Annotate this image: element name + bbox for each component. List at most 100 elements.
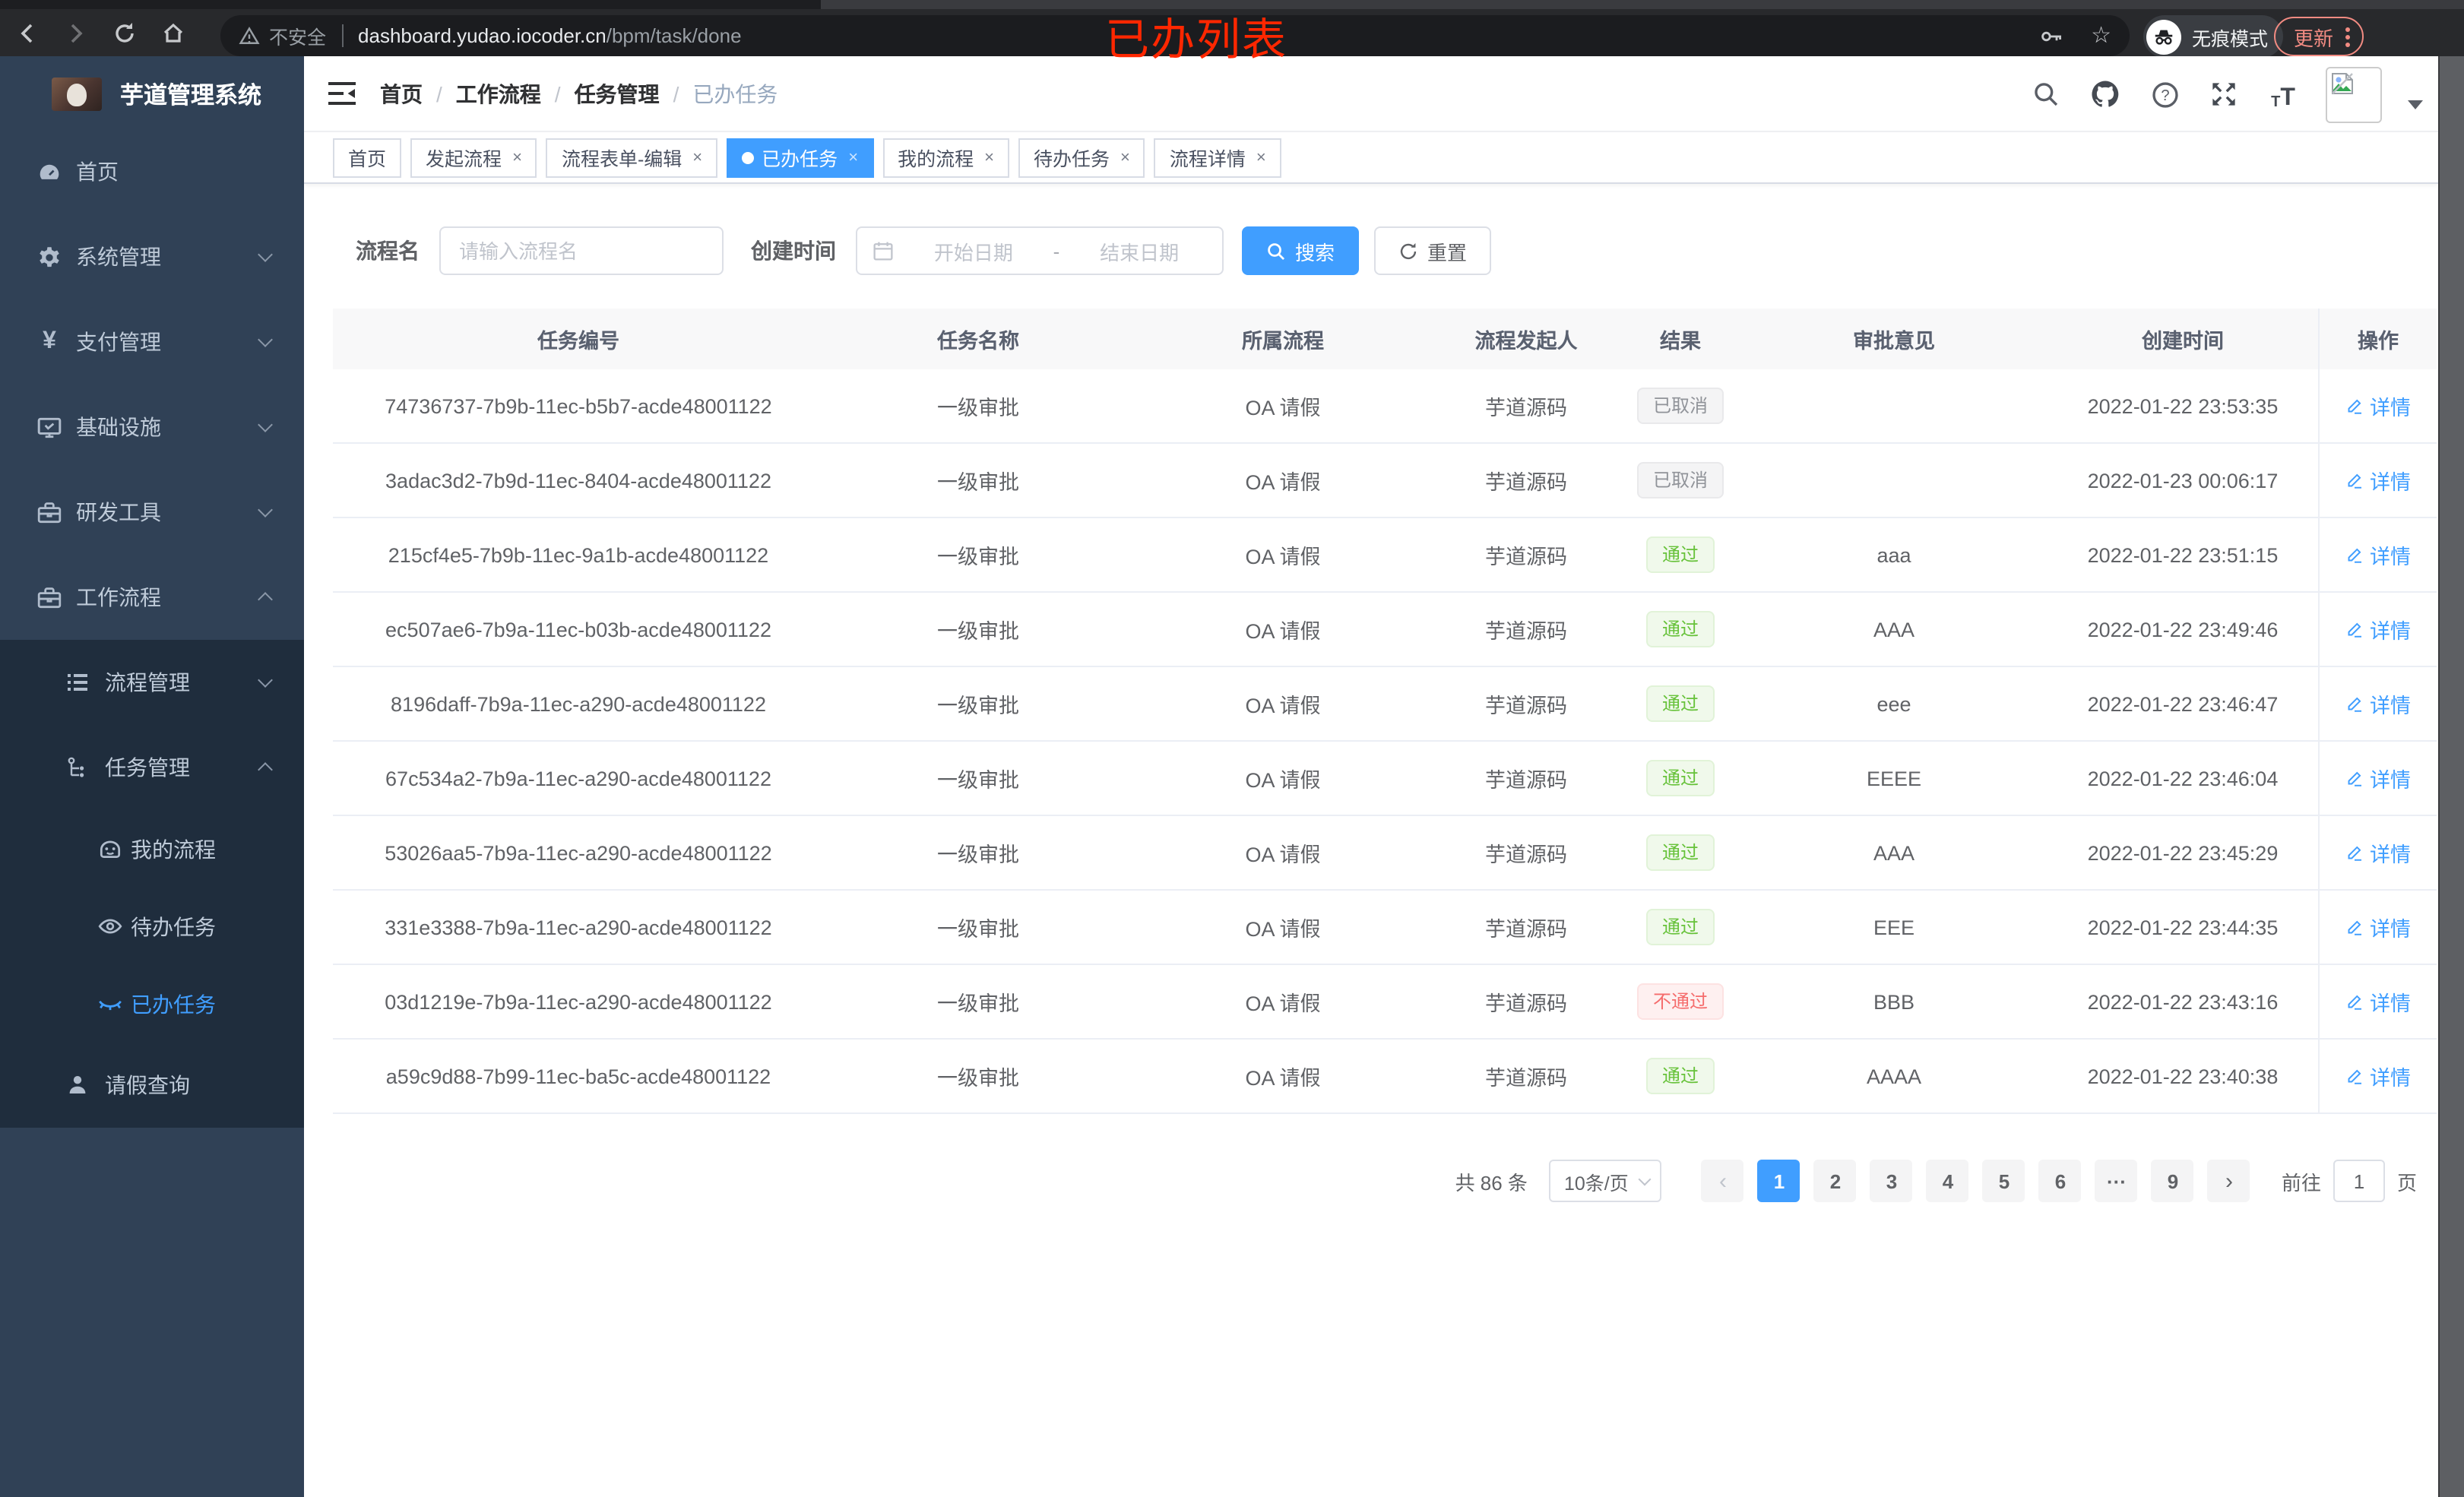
cell-actions: 详情 bbox=[2320, 465, 2437, 495]
sidebar-item-todo-task[interactable]: 待办任务 bbox=[0, 888, 304, 965]
toolbox-icon bbox=[36, 499, 62, 525]
page-number-button[interactable]: ··· bbox=[2095, 1160, 2138, 1202]
view-tab[interactable]: 流程详情 × bbox=[1154, 138, 1281, 177]
sidebar-collapse-icon[interactable] bbox=[328, 81, 356, 106]
view-tab[interactable]: 我的流程 × bbox=[882, 138, 1009, 177]
font-size-icon[interactable]: TT bbox=[2266, 78, 2300, 111]
view-tab[interactable]: 流程表单-编辑 × bbox=[546, 138, 718, 177]
cell-result: 通过 bbox=[1619, 536, 1742, 573]
next-page-button[interactable]: › bbox=[2207, 1160, 2250, 1202]
github-icon[interactable] bbox=[2089, 78, 2122, 111]
search-icon[interactable] bbox=[2029, 78, 2063, 111]
table-body: 74736737-7b9b-11ec-b5b7-acde48001122 一级审… bbox=[333, 369, 2437, 1114]
page-number-button[interactable]: 4 bbox=[1926, 1160, 1969, 1202]
fullscreen-icon[interactable] bbox=[2207, 78, 2241, 111]
view-tab-label: 我的流程 bbox=[898, 149, 974, 170]
sidebar-item-task-mgmt[interactable]: 任务管理 bbox=[0, 725, 304, 810]
sidebar-item-infra[interactable]: 基础设施 bbox=[0, 385, 304, 470]
sidebar-item-leave-query[interactable]: 请假查询 bbox=[0, 1043, 304, 1128]
cell-create-time: 2022-01-22 23:46:04 bbox=[2087, 767, 2279, 790]
breadcrumb-workflow[interactable]: 工作流程 bbox=[456, 78, 541, 109]
reset-button[interactable]: 重置 bbox=[1374, 226, 1492, 275]
home-icon[interactable] bbox=[152, 13, 195, 52]
browser-active-tab[interactable] bbox=[0, 0, 821, 9]
sidebar-item-label: 基础设施 bbox=[76, 415, 161, 439]
detail-link[interactable]: 详情 bbox=[2345, 1061, 2411, 1091]
close-tab-icon[interactable]: × bbox=[848, 148, 858, 166]
page-number-button[interactable]: 3 bbox=[1870, 1160, 1913, 1202]
view-tab[interactable]: 发起流程 × bbox=[410, 138, 537, 177]
page-number-button[interactable]: 1 bbox=[1757, 1160, 1800, 1202]
detail-link[interactable]: 详情 bbox=[2345, 912, 2411, 942]
page-number-button[interactable]: 5 bbox=[1982, 1160, 2025, 1202]
url-host[interactable]: dashboard.yudao.iocoder.cn bbox=[358, 24, 606, 47]
top-navbar: 首页 / 工作流程 / 任务管理 / 已办任务 ? TT bbox=[304, 56, 2438, 132]
date-range-picker[interactable]: 开始日期 - 结束日期 bbox=[856, 226, 1224, 275]
page-number-button[interactable]: 9 bbox=[2151, 1160, 2194, 1202]
detail-link[interactable]: 详情 bbox=[2345, 391, 2411, 421]
bookmark-star-icon[interactable]: ☆ bbox=[2091, 24, 2111, 47]
search-button[interactable]: 搜索 bbox=[1242, 226, 1360, 275]
close-tab-icon[interactable]: × bbox=[692, 148, 702, 166]
detail-link[interactable]: 详情 bbox=[2345, 837, 2411, 868]
reset-button-label: 重置 bbox=[1427, 241, 1468, 264]
close-tab-icon[interactable]: × bbox=[512, 148, 522, 166]
app-logo-row[interactable]: 芋道管理系统 bbox=[0, 56, 304, 129]
browser-menu-icon[interactable] bbox=[2345, 27, 2351, 46]
breadcrumb-home[interactable]: 首页 bbox=[380, 78, 423, 109]
sidebar-item-my-process[interactable]: 我的流程 bbox=[0, 810, 304, 888]
close-tab-icon[interactable]: × bbox=[1120, 148, 1130, 166]
sidebar-item-home[interactable]: 首页 bbox=[0, 129, 304, 214]
breadcrumb-task-mgmt[interactable]: 任务管理 bbox=[575, 78, 660, 109]
navbar-actions: ? TT bbox=[2029, 56, 2423, 132]
detail-link[interactable]: 详情 bbox=[2345, 614, 2411, 644]
detail-link[interactable]: 详情 bbox=[2345, 465, 2411, 495]
close-tab-icon[interactable]: × bbox=[984, 148, 994, 166]
breadcrumb-separator: / bbox=[436, 81, 442, 106]
cell-task-name: 一级审批 bbox=[937, 397, 1019, 419]
security-label[interactable]: 不安全 bbox=[269, 21, 326, 50]
table-row: 331e3388-7b9a-11ec-a290-acde48001122 一级审… bbox=[333, 891, 2437, 965]
detail-link[interactable]: 详情 bbox=[2345, 986, 2411, 1017]
page-number-button[interactable]: 6 bbox=[2038, 1160, 2082, 1202]
avatar[interactable] bbox=[2326, 66, 2382, 122]
back-icon[interactable] bbox=[6, 13, 49, 52]
sidebar-item-payment[interactable]: ¥ 支付管理 bbox=[0, 299, 304, 385]
cell-comment: eee bbox=[1877, 692, 1911, 715]
cell-task-id: ec507ae6-7b9a-11ec-b03b-acde48001122 bbox=[385, 618, 771, 641]
page-scrollbar[interactable] bbox=[2438, 56, 2464, 1497]
sidebar-item-devtools[interactable]: 研发工具 bbox=[0, 470, 304, 555]
view-tab[interactable]: 已办任务 × bbox=[727, 138, 874, 177]
cell-process: OA 请假 bbox=[1245, 992, 1321, 1015]
prev-page-button[interactable]: ‹ bbox=[1701, 1160, 1744, 1202]
cell-result: 通过 bbox=[1619, 1058, 1742, 1094]
forward-icon[interactable] bbox=[55, 13, 97, 52]
view-tab[interactable]: 首页 bbox=[333, 138, 402, 177]
detail-link[interactable]: 详情 bbox=[2345, 763, 2411, 793]
detail-link[interactable]: 详情 bbox=[2345, 688, 2411, 719]
avatar-caret-icon[interactable] bbox=[2408, 100, 2423, 109]
view-tab[interactable]: 待办任务 × bbox=[1018, 138, 1145, 177]
page-size-select[interactable]: 10条/页 bbox=[1548, 1160, 1661, 1202]
sidebar-item-done-task[interactable]: 已办任务 bbox=[0, 965, 304, 1043]
close-tab-icon[interactable]: × bbox=[1256, 148, 1266, 166]
reload-icon[interactable] bbox=[103, 13, 146, 52]
active-tab-dot-icon bbox=[742, 151, 755, 163]
goto-page-input[interactable] bbox=[2333, 1160, 2385, 1202]
url-path[interactable]: /bpm/task/done bbox=[606, 24, 742, 47]
sidebar-item-process-mgmt[interactable]: 流程管理 bbox=[0, 640, 304, 725]
sidebar-item-workflow[interactable]: 工作流程 bbox=[0, 555, 304, 640]
sidebar-item-label: 系统管理 bbox=[76, 245, 161, 269]
result-badge: 通过 bbox=[1646, 909, 1714, 945]
key-icon[interactable] bbox=[2039, 24, 2063, 48]
update-button[interactable]: 更新 bbox=[2274, 17, 2364, 56]
cell-task-name: 一级审批 bbox=[937, 918, 1019, 941]
cell-result: 已取消 bbox=[1619, 388, 1742, 424]
help-icon[interactable]: ? bbox=[2148, 78, 2181, 111]
cell-task-id: a59c9d88-7b99-11ec-ba5c-acde48001122 bbox=[385, 1065, 771, 1087]
process-name-input[interactable] bbox=[439, 226, 724, 275]
sidebar-item-system[interactable]: 系统管理 bbox=[0, 214, 304, 299]
page-number-button[interactable]: 2 bbox=[1813, 1160, 1857, 1202]
cell-create-time: 2022-01-22 23:53:35 bbox=[2087, 394, 2279, 417]
detail-link[interactable]: 详情 bbox=[2345, 540, 2411, 570]
